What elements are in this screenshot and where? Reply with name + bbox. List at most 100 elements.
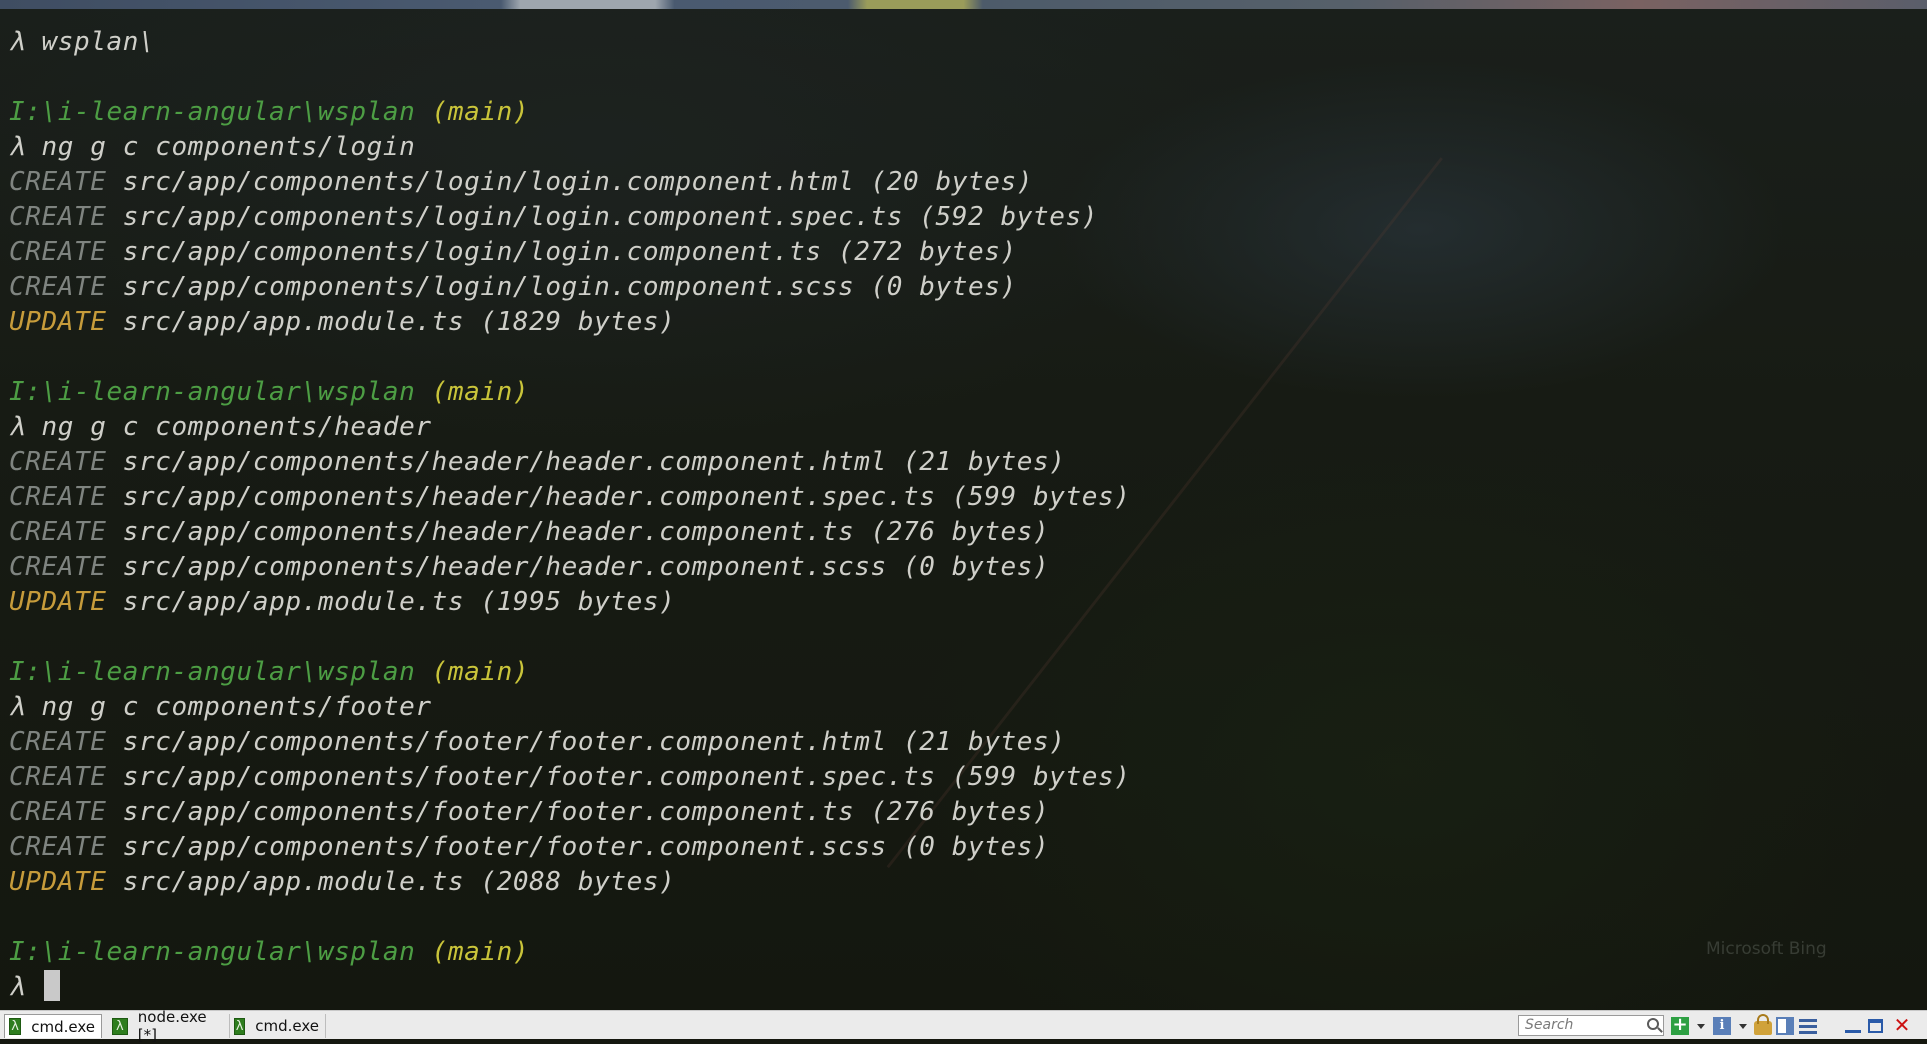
split-view-icon[interactable] <box>1776 1017 1794 1035</box>
output-tag: CREATE <box>9 727 107 757</box>
blank-line <box>9 60 1131 95</box>
chevron-down-icon[interactable] <box>1697 1024 1705 1029</box>
restore-icon[interactable] <box>1868 1019 1883 1033</box>
output-tag: CREATE <box>9 202 107 232</box>
output-tag: CREATE <box>9 762 107 792</box>
prompt-line: I:\i-learn-angular\wsplan (main) <box>9 375 1131 410</box>
menu-icon[interactable] <box>1799 1019 1817 1034</box>
output-line: CREATE src/app/components/login/login.co… <box>9 165 1131 200</box>
output-line: CREATE src/app/components/login/login.co… <box>9 270 1131 305</box>
lambda-prompt: λ <box>9 132 26 162</box>
search-placeholder: Search <box>1525 1017 1574 1033</box>
output-tag: CREATE <box>9 447 107 477</box>
output-line: CREATE src/app/components/header/header.… <box>9 445 1131 480</box>
lambda-prompt: λ <box>9 972 26 1002</box>
lambda-icon: λ <box>234 1017 246 1035</box>
output-tag: CREATE <box>9 552 107 582</box>
tab-label: cmd.exe <box>255 1017 319 1035</box>
output-line: CREATE src/app/components/footer/footer.… <box>9 760 1131 795</box>
output-line: CREATE src/app/components/header/header.… <box>9 515 1131 550</box>
output-line: UPDATE src/app/app.module.ts (1829 bytes… <box>9 305 1131 340</box>
output-line: CREATE src/app/components/footer/footer.… <box>9 795 1131 830</box>
terminal-output: λ wsplan\ I:\i-learn-angular\wsplan (mai… <box>9 25 1131 1005</box>
output-text: src/app/app.module.ts (1995 bytes) <box>122 587 676 617</box>
lambda-prompt: λ <box>9 27 26 57</box>
output-text: src/app/components/header/header.compone… <box>122 552 1050 582</box>
output-text: src/app/components/header/header.compone… <box>122 482 1131 512</box>
tab-cmd-2[interactable]: λ cmd.exe <box>230 1014 326 1038</box>
output-tag: CREATE <box>9 272 107 302</box>
chevron-down-icon[interactable] <box>1739 1024 1747 1029</box>
output-line: CREATE src/app/components/footer/footer.… <box>9 830 1131 865</box>
output-tag: UPDATE <box>9 867 107 897</box>
new-console-icon[interactable]: + <box>1671 1016 1689 1035</box>
tab-cmd-1[interactable]: λ cmd.exe <box>4 1014 102 1038</box>
output-text: src/app/components/footer/footer.compone… <box>122 762 1131 792</box>
prompt-path: I:\i-learn-angular\wsplan <box>9 97 416 127</box>
output-text: src/app/components/header/header.compone… <box>122 447 1066 477</box>
output-text: src/app/components/footer/footer.compone… <box>122 832 1050 862</box>
output-line: CREATE src/app/components/header/header.… <box>9 480 1131 515</box>
output-tag: CREATE <box>9 237 107 267</box>
command-text: ng g c components/footer <box>41 692 432 722</box>
search-icon[interactable] <box>1647 1018 1659 1030</box>
command-line: λ ng g c components/header <box>9 410 1131 445</box>
tab-bar: λ cmd.exe λ node.exe [*] λ cmd.exe Searc… <box>0 1008 1927 1044</box>
info-icon[interactable]: i <box>1713 1017 1731 1035</box>
output-text: src/app/components/login/login.component… <box>122 237 1017 267</box>
command-text: wsplan\ <box>41 27 156 57</box>
output-text: src/app/components/login/login.component… <box>122 167 1033 197</box>
output-text: src/app/components/footer/footer.compone… <box>122 797 1050 827</box>
output-text: src/app/components/login/login.component… <box>122 272 1017 302</box>
output-tag: CREATE <box>9 167 107 197</box>
output-text: src/app/components/header/header.compone… <box>122 517 1050 547</box>
output-line: CREATE src/app/components/login/login.co… <box>9 200 1131 235</box>
output-text: src/app/app.module.ts (2088 bytes) <box>122 867 676 897</box>
output-line: CREATE src/app/components/login/login.co… <box>9 235 1131 270</box>
git-branch: (main) <box>431 377 530 407</box>
tab-label: node.exe [*] <box>137 1008 207 1044</box>
terminal-window[interactable]: Microsoft Bing λ wsplan\ I:\i-learn-angu… <box>0 9 1927 1010</box>
command-line: λ ng g c components/login <box>9 130 1131 165</box>
output-text: src/app/components/footer/footer.compone… <box>122 727 1066 757</box>
command-text: ng g c components/header <box>41 412 432 442</box>
git-branch: (main) <box>431 657 530 687</box>
command-line: λ wsplan\ <box>9 25 1131 60</box>
window-top-strip <box>0 0 1927 9</box>
input-line[interactable]: λ <box>9 970 1131 1005</box>
lock-icon[interactable] <box>1754 1014 1772 1035</box>
lambda-prompt: λ <box>9 692 26 722</box>
minimize-icon[interactable] <box>1845 1030 1861 1033</box>
prompt-line: I:\i-learn-angular\wsplan (main) <box>9 935 1131 970</box>
output-tag: CREATE <box>9 517 107 547</box>
git-branch: (main) <box>431 97 530 127</box>
lambda-icon: λ <box>112 1017 128 1035</box>
output-line: UPDATE src/app/app.module.ts (2088 bytes… <box>9 865 1131 900</box>
background-watermark: Microsoft Bing <box>1706 939 1827 959</box>
output-text: src/app/app.module.ts (1829 bytes) <box>122 307 676 337</box>
close-icon[interactable]: ✕ <box>1893 1013 1911 1037</box>
prompt-path: I:\i-learn-angular\wsplan <box>9 657 416 687</box>
output-tag: CREATE <box>9 482 107 512</box>
prompt-path: I:\i-learn-angular\wsplan <box>9 377 416 407</box>
output-line: CREATE src/app/components/header/header.… <box>9 550 1131 585</box>
blank-line <box>9 620 1131 655</box>
output-line: CREATE src/app/components/footer/footer.… <box>9 725 1131 760</box>
search-input[interactable]: Search <box>1518 1015 1664 1036</box>
blank-line <box>9 340 1131 375</box>
prompt-path: I:\i-learn-angular\wsplan <box>9 937 416 967</box>
output-tag: CREATE <box>9 832 107 862</box>
output-tag: CREATE <box>9 797 107 827</box>
git-branch: (main) <box>431 937 530 967</box>
tab-node[interactable]: λ node.exe [*] <box>108 1008 230 1044</box>
output-tag: UPDATE <box>9 307 107 337</box>
command-line: λ ng g c components/footer <box>9 690 1131 725</box>
lambda-prompt: λ <box>9 412 26 442</box>
lambda-icon: λ <box>9 1018 22 1035</box>
blank-line <box>9 900 1131 935</box>
text-cursor <box>43 970 60 1001</box>
tab-label: cmd.exe <box>31 1017 95 1036</box>
prompt-line: I:\i-learn-angular\wsplan (main) <box>9 655 1131 690</box>
output-line: UPDATE src/app/app.module.ts (1995 bytes… <box>9 585 1131 620</box>
output-text: src/app/components/login/login.component… <box>122 202 1098 232</box>
